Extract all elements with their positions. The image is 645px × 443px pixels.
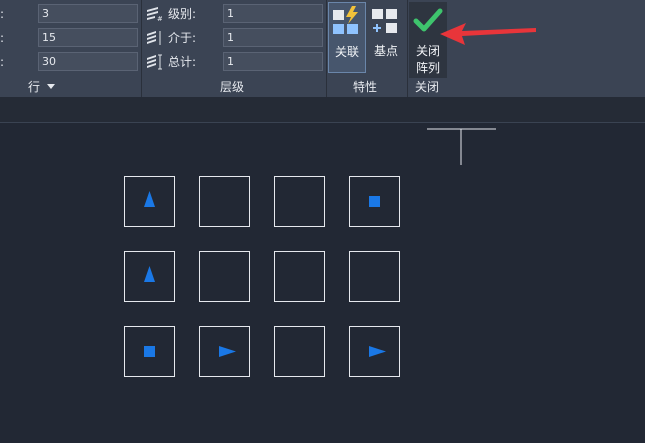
array-cell[interactable] — [349, 251, 400, 302]
drawing-canvas[interactable] — [0, 123, 645, 443]
level-spacing-input[interactable]: 1 — [223, 28, 323, 47]
row-count-input[interactable]: 3 — [38, 4, 138, 23]
array-cell[interactable] — [124, 176, 175, 227]
arrow-right-icon — [369, 346, 386, 357]
level-total-icon — [147, 54, 162, 70]
level-total-input[interactable]: 1 — [223, 52, 323, 71]
command-strip — [0, 97, 645, 123]
array-cell[interactable] — [274, 251, 325, 302]
svg-text:#: # — [157, 15, 162, 22]
annotation-arrow — [440, 23, 536, 45]
rows-panel-title-button[interactable]: 行 — [28, 80, 62, 94]
array-cell[interactable] — [199, 326, 250, 377]
associative-icon — [333, 6, 358, 34]
basepoint-icon — [372, 9, 397, 33]
arrow-up-icon — [144, 191, 155, 207]
array-cell[interactable] — [349, 176, 400, 227]
panel-divider — [407, 0, 408, 97]
level-total-label: 总计: — [168, 55, 197, 69]
level-spacing-icon — [147, 31, 161, 45]
arrow-up-icon — [144, 266, 155, 282]
row-count-label: : — [0, 7, 5, 21]
row-total-label: : — [0, 55, 5, 69]
array-cell[interactable] — [274, 326, 325, 377]
array-cell[interactable] — [199, 176, 250, 227]
array-cell[interactable] — [199, 251, 250, 302]
associative-button[interactable]: 关联 — [328, 2, 366, 73]
row-total-input[interactable]: 30 — [38, 52, 138, 71]
array-cell[interactable] — [124, 251, 175, 302]
level-count-icon: # — [147, 7, 162, 22]
properties-panel-title: 特性 — [353, 80, 378, 94]
level-spacing-label: 介于: — [168, 31, 197, 45]
associative-label: 关联 — [334, 45, 359, 59]
crosshair-cursor — [427, 128, 496, 165]
square-icon — [144, 346, 155, 357]
basepoint-label: 基点 — [373, 44, 398, 58]
row-spacing-label: : — [0, 31, 5, 45]
close-panel-title: 关闭 — [415, 80, 440, 94]
ribbon: : 3 : 15 : 30 行 # 级别: 1 介于: 1 总计: 1 层级 — [0, 0, 645, 97]
chevron-down-icon — [47, 84, 55, 89]
rows-panel-title: 行 — [28, 80, 41, 94]
level-count-input[interactable]: 1 — [223, 4, 323, 23]
arrow-right-icon — [219, 346, 236, 357]
square-icon — [369, 196, 380, 207]
panel-divider — [141, 0, 142, 97]
row-spacing-input[interactable]: 15 — [38, 28, 138, 47]
panel-divider — [326, 0, 327, 97]
array-cell[interactable] — [124, 326, 175, 377]
array-cell[interactable] — [349, 326, 400, 377]
levels-panel-title: 层级 — [220, 80, 245, 94]
array-cell[interactable] — [274, 176, 325, 227]
close-array-label-line2: 阵列 — [415, 61, 440, 75]
basepoint-button[interactable]: 基点 — [367, 2, 405, 73]
level-count-label: 级别: — [168, 7, 197, 21]
